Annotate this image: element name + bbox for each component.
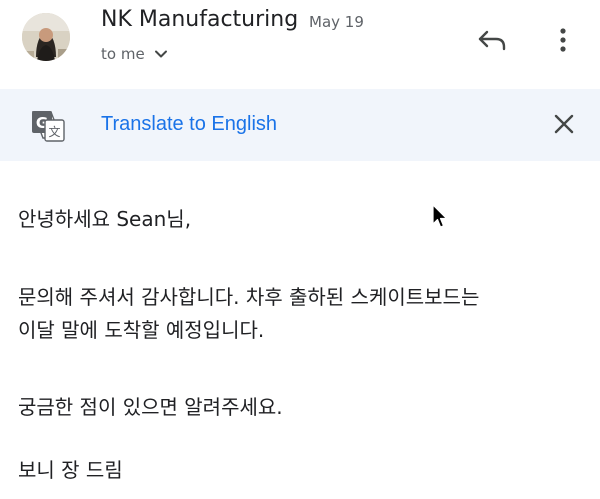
reply-button[interactable] — [472, 21, 514, 59]
message-paragraph-line-1: 문의해 주셔서 감사합니다. 차후 출하된 스케이트보드는 — [18, 285, 480, 309]
mouse-pointer-icon — [432, 204, 448, 230]
message-date: May 19 — [309, 13, 364, 31]
sender-name: NK Manufacturing — [101, 7, 299, 32]
message-header: NK Manufacturing May 19 to me — [0, 0, 600, 88]
reply-icon — [478, 30, 506, 51]
avatar[interactable] — [22, 13, 70, 61]
chevron-down-icon — [153, 46, 169, 62]
translate-bar — [0, 89, 600, 161]
more-vert-icon — [560, 28, 566, 52]
message-greeting: 안녕하세요 Sean님, — [18, 207, 192, 231]
close-translate-button[interactable] — [548, 108, 580, 140]
message-signature: 보니 장 드림 — [18, 458, 123, 482]
translate-to-english-link[interactable]: Translate to English — [101, 113, 277, 136]
message-closing: 궁금한 점이 있으면 알려주세요. — [18, 395, 283, 419]
svg-text:文: 文 — [48, 124, 60, 139]
more-options-button[interactable] — [548, 21, 578, 59]
recipient-label: to me — [101, 45, 145, 63]
close-icon — [554, 114, 574, 134]
avatar-photo — [22, 13, 70, 61]
recipient-details-toggle[interactable]: to me — [101, 45, 169, 63]
message-paragraph-line-2: 이달 말에 도착할 예정입니다. — [18, 318, 265, 342]
google-translate-icon: G 文 — [31, 110, 65, 142]
